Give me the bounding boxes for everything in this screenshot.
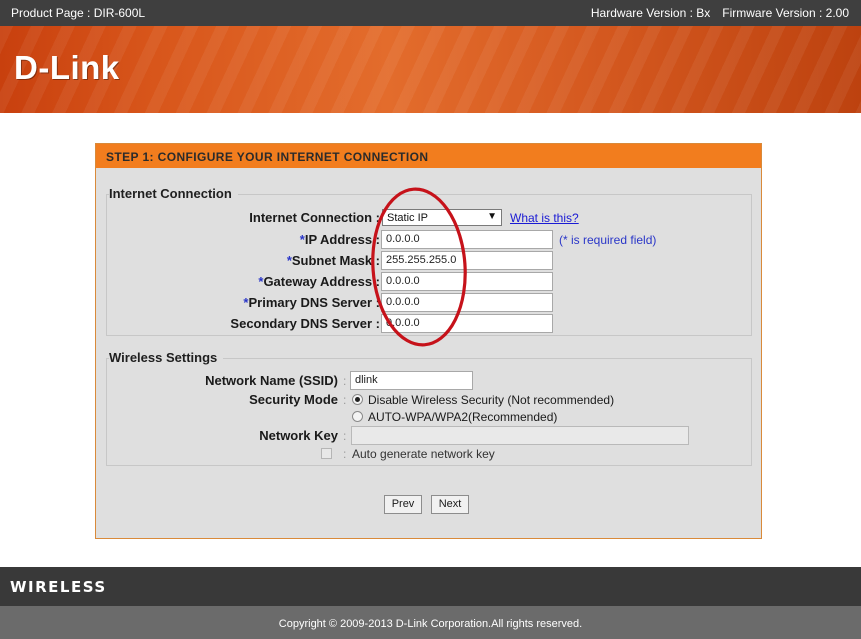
subnet-mask-label-text: Subnet Mask :: [291, 253, 380, 268]
ip-address-label: *IP Address :: [196, 232, 380, 247]
next-button[interactable]: Next: [431, 495, 469, 514]
banner-pattern: [0, 26, 861, 113]
required-field-note: (* is required field): [559, 233, 657, 247]
subnet-mask-label: *Subnet Mask :: [196, 253, 380, 268]
auto-generate-key-checkbox[interactable]: [321, 448, 332, 459]
gateway-address-input[interactable]: 0.0.0.0: [381, 272, 553, 291]
firmware-version: Firmware Version : 2.00: [722, 6, 849, 20]
top-info-bar: Product Page : DIR-600L Hardware Version…: [0, 0, 861, 26]
secondary-dns-label-text: Secondary DNS Server :: [230, 316, 380, 331]
disable-security-label: Disable Wireless Security (Not recommend…: [368, 393, 615, 407]
connection-type-value: Static IP: [387, 212, 428, 224]
hardware-version: Hardware Version : Bx: [590, 6, 711, 20]
gateway-address-label: *Gateway Address :: [196, 274, 380, 289]
wireless-brand-bar: WIRELESS: [0, 567, 861, 606]
copyright-text: Copyright © 2009-2013 D-Link Corporation…: [278, 618, 583, 630]
wizard-panel: STEP 1: CONFIGURE YOUR INTERNET CONNECTI…: [95, 143, 762, 539]
network-key-input[interactable]: [351, 426, 689, 445]
internet-connection-label: Internet Connection :: [249, 210, 380, 225]
wizard-step-header: STEP 1: CONFIGURE YOUR INTERNET CONNECTI…: [96, 144, 761, 168]
step-title: STEP 1: CONFIGURE YOUR INTERNET CONNECTI…: [106, 150, 429, 164]
dropdown-arrow-icon: ▼: [487, 211, 497, 222]
primary-dns-input[interactable]: 0.0.0.0: [381, 293, 553, 312]
gateway-address-label-text: Gateway Address :: [263, 274, 380, 289]
ssid-input[interactable]: dlink: [350, 371, 473, 390]
separator-colon: :: [343, 447, 347, 461]
auto-generate-key-label: Auto generate network key: [352, 447, 495, 461]
footer: Copyright © 2009-2013 D-Link Corporation…: [0, 606, 861, 639]
ip-address-label-text: IP Address :: [304, 232, 380, 247]
prev-button[interactable]: Prev: [384, 495, 422, 514]
auto-wpa-radio[interactable]: [352, 411, 363, 422]
primary-dns-label-text: Primary DNS Server :: [248, 295, 380, 310]
primary-dns-label: *Primary DNS Server :: [196, 295, 380, 310]
dlink-logo: D-Link: [14, 49, 120, 86]
what-is-this-link[interactable]: What is this?: [510, 211, 579, 225]
disable-security-radio[interactable]: [352, 394, 363, 405]
header-banner: D-Link: [0, 26, 861, 113]
security-mode-label: Security Mode: [249, 392, 338, 407]
secondary-dns-label: Secondary DNS Server :: [196, 316, 380, 331]
network-key-label: Network Key: [259, 428, 338, 443]
wireless-logo: WIRELESS: [10, 578, 107, 596]
separator-colon: :: [343, 374, 347, 388]
product-page-label: Product Page : DIR-600L: [11, 6, 146, 20]
ip-address-input[interactable]: 0.0.0.0: [381, 230, 553, 249]
internet-connection-title: Internet Connection: [109, 186, 238, 201]
secondary-dns-input[interactable]: 0.0.0.0: [381, 314, 553, 333]
separator-colon: :: [343, 393, 347, 407]
wireless-settings-title: Wireless Settings: [109, 350, 224, 365]
connection-type-select[interactable]: Static IP ▼: [382, 209, 502, 226]
subnet-mask-input[interactable]: 255.255.255.0: [381, 251, 553, 270]
version-info: Hardware Version : Bx Firmware Version : …: [591, 6, 849, 20]
separator-colon: :: [343, 429, 347, 443]
auto-wpa-label: AUTO-WPA/WPA2(Recommended): [368, 410, 558, 424]
ssid-label: Network Name (SSID): [205, 373, 338, 388]
